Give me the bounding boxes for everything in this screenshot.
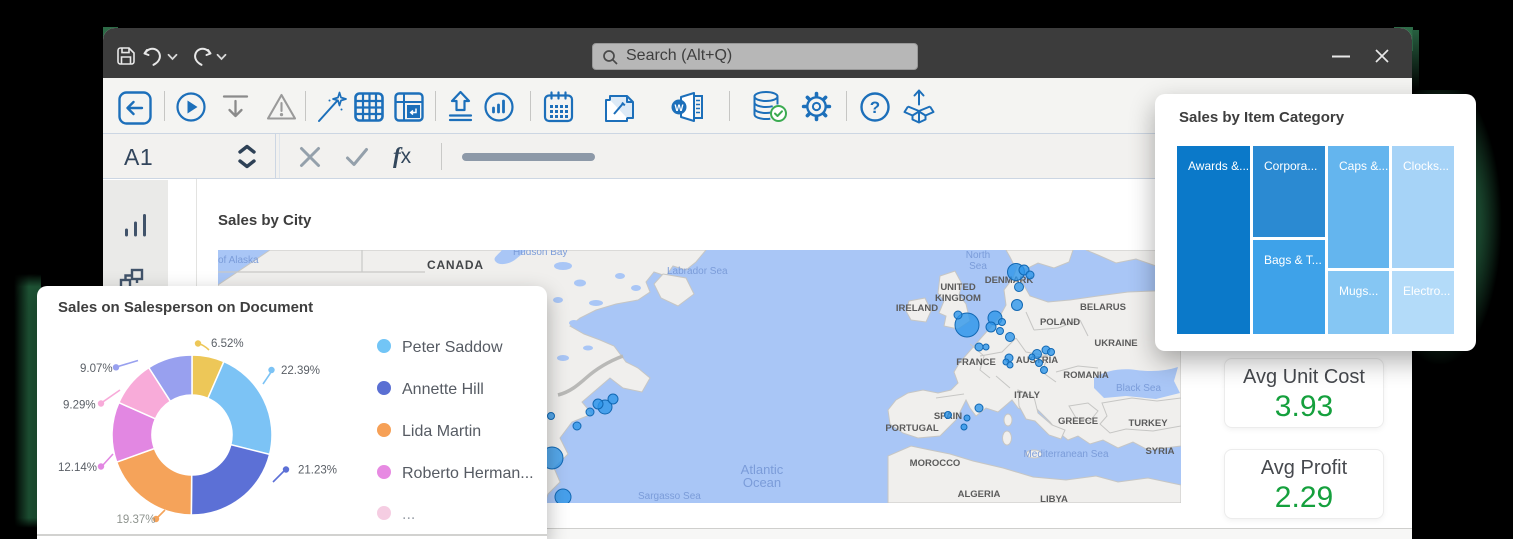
svg-text:Roberto Herman...: Roberto Herman... bbox=[402, 465, 534, 482]
svg-text:LIBYA: LIBYA bbox=[1040, 494, 1068, 503]
svg-text:Peter Saddow: Peter Saddow bbox=[402, 339, 503, 356]
svg-text:ROMANIA: ROMANIA bbox=[1063, 370, 1109, 381]
svg-text:12.14%: 12.14% bbox=[58, 462, 97, 474]
svg-text:Sea: Sea bbox=[969, 261, 987, 272]
svg-text:Sargasso Sea: Sargasso Sea bbox=[638, 491, 701, 502]
svg-text:SYRIA: SYRIA bbox=[1145, 446, 1174, 457]
svg-text:Lida Martin: Lida Martin bbox=[402, 423, 481, 440]
svg-text:KINGDOM: KINGDOM bbox=[935, 293, 981, 304]
svg-text:Mediterranean Sea: Mediterranean Sea bbox=[1023, 449, 1108, 460]
svg-text:FRANCE: FRANCE bbox=[956, 357, 996, 368]
svg-text:21.23%: 21.23% bbox=[298, 465, 337, 477]
svg-text:of Alaska: of Alaska bbox=[218, 255, 259, 266]
svg-text:ITALY: ITALY bbox=[1014, 390, 1041, 401]
svg-text:...: ... bbox=[402, 506, 415, 523]
svg-text:6.52%: 6.52% bbox=[211, 338, 244, 350]
svg-text:19.37%: 19.37% bbox=[117, 514, 156, 526]
svg-text:Ocean: Ocean bbox=[743, 475, 781, 490]
svg-text:BELARUS: BELARUS bbox=[1080, 302, 1126, 313]
svg-text:IRELAND: IRELAND bbox=[896, 303, 938, 314]
svg-text:Labrador Sea: Labrador Sea bbox=[667, 266, 728, 277]
svg-text:MOROCCO: MOROCCO bbox=[910, 458, 961, 469]
svg-text:W: W bbox=[675, 103, 684, 114]
svg-text:?: ? bbox=[870, 98, 880, 117]
svg-text:Annette Hill: Annette Hill bbox=[402, 381, 484, 398]
svg-text:Hudson Bay: Hudson Bay bbox=[513, 250, 567, 258]
svg-text:Black Sea: Black Sea bbox=[1116, 383, 1161, 394]
svg-text:22.39%: 22.39% bbox=[281, 365, 320, 377]
svg-text:PORTUGAL: PORTUGAL bbox=[885, 423, 939, 434]
svg-text:UKRAINE: UKRAINE bbox=[1094, 338, 1137, 349]
svg-text:TURKEY: TURKEY bbox=[1128, 418, 1168, 429]
svg-text:9.29%: 9.29% bbox=[63, 400, 96, 412]
svg-text:GREECE: GREECE bbox=[1058, 416, 1098, 427]
svg-text:ALGERIA: ALGERIA bbox=[958, 489, 1001, 500]
svg-text:UNITED: UNITED bbox=[940, 282, 976, 293]
svg-text:POLAND: POLAND bbox=[1040, 317, 1080, 328]
svg-text:CANADA: CANADA bbox=[427, 258, 484, 272]
svg-text:9.07%: 9.07% bbox=[80, 363, 113, 375]
svg-text:North: North bbox=[966, 250, 990, 261]
